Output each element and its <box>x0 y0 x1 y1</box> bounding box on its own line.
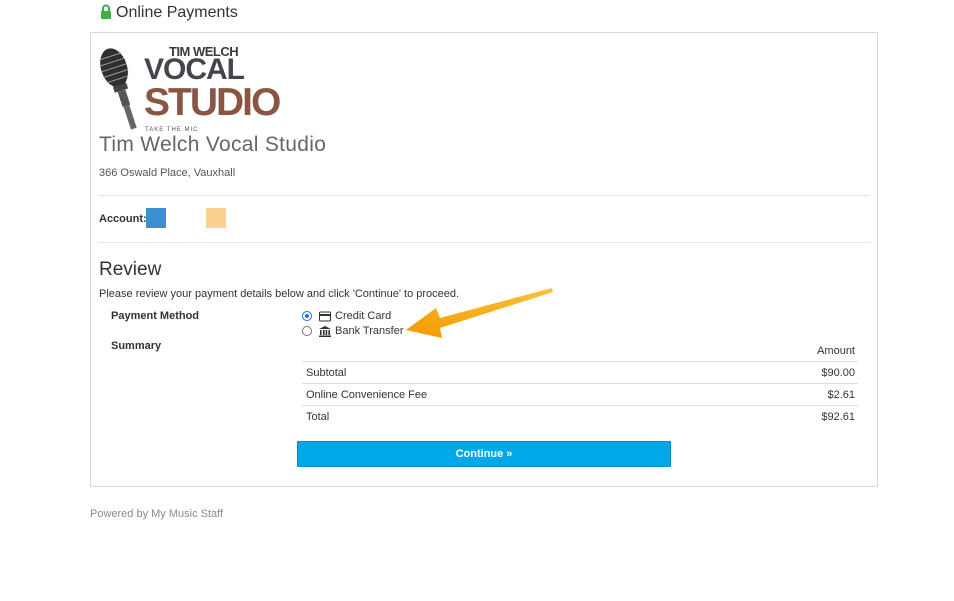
bank-icon <box>319 325 331 337</box>
payment-option-bank-transfer[interactable]: Bank Transfer <box>302 325 403 337</box>
double-chevron-right-icon: » <box>506 448 513 460</box>
table-row: Online Convenience Fee $2.61 <box>302 383 858 405</box>
payment-card: TIM WELCH VOCAL STUDIO TAKE THE MIC Tim … <box>90 32 878 487</box>
summary-header: Amount <box>302 341 858 361</box>
annotation-arrow-icon <box>406 288 553 338</box>
page-title: Online Payments <box>116 4 238 21</box>
account-swatch-2 <box>206 208 226 228</box>
logo-line-3: STUDIO <box>144 81 281 124</box>
row-label: Online Convenience Fee <box>306 388 428 401</box>
bank-transfer-radio[interactable] <box>302 326 312 336</box>
credit-card-icon <box>319 311 331 321</box>
lock-icon <box>101 4 111 19</box>
page-header: Online Payments <box>100 4 238 22</box>
account-swatch-1 <box>146 208 166 228</box>
powered-by: Powered by My Music Staff <box>90 508 224 520</box>
account-label: Account: <box>99 213 147 225</box>
bank-transfer-label: Bank Transfer <box>335 325 404 337</box>
table-row: Subtotal $90.00 <box>302 361 858 383</box>
microphone-icon <box>99 48 137 130</box>
studio-name: Tim Welch Vocal Studio <box>99 133 327 156</box>
studio-address: 366 Oswald Place, Vauxhall <box>99 167 236 179</box>
payment-option-credit-card[interactable]: Credit Card <box>302 310 391 322</box>
divider <box>99 195 870 196</box>
summary-label: Summary <box>111 340 162 352</box>
review-title: Review <box>99 259 162 280</box>
continue-label: Continue <box>455 448 504 460</box>
credit-card-label: Credit Card <box>335 310 392 322</box>
summary-table: Amount Subtotal $90.00 Online Convenienc… <box>302 341 858 427</box>
table-row: Total $92.61 <box>302 405 858 427</box>
payment-method-label: Payment Method <box>111 310 200 322</box>
divider <box>99 242 870 243</box>
continue-button[interactable]: Continue » <box>297 441 671 467</box>
row-label: Subtotal <box>306 366 347 379</box>
credit-card-radio[interactable] <box>302 311 312 321</box>
row-amount: $92.61 <box>821 410 855 423</box>
studio-logo: TIM WELCH VOCAL STUDIO TAKE THE MIC <box>97 41 281 133</box>
row-amount: $2.61 <box>827 388 855 401</box>
amount-header: Amount <box>817 345 855 357</box>
row-label: Total <box>306 410 330 423</box>
row-amount: $90.00 <box>821 366 855 379</box>
